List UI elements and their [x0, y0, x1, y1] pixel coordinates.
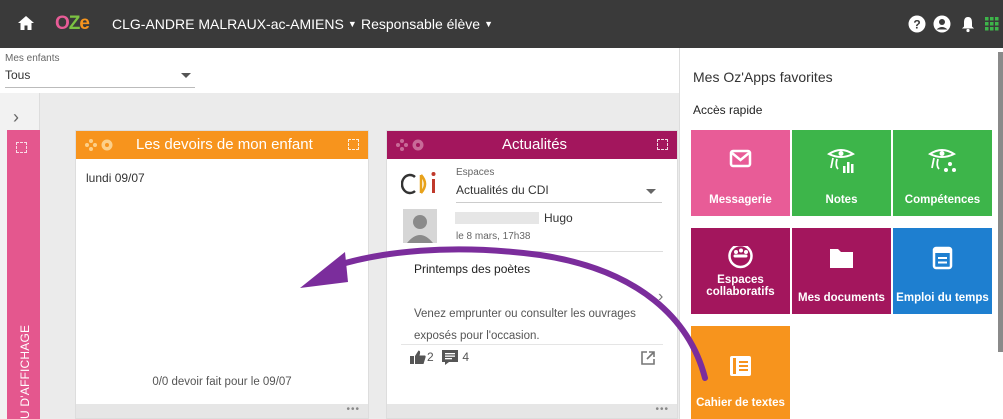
widget-footer: ••• [76, 404, 368, 418]
role-selector[interactable]: Responsable élève ▼ [361, 16, 493, 32]
widget-header: Les devoirs de mon enfant [76, 131, 368, 159]
eye-skills-icon [928, 149, 956, 172]
likes-count: 2 [427, 350, 434, 364]
chevron-right-icon[interactable]: › [13, 107, 19, 128]
dropdown-caret-icon[interactable] [646, 189, 656, 194]
app-tile-mes-documents[interactable]: Mes documents [792, 228, 891, 314]
quick-access-label: Accès rapide [693, 103, 763, 117]
app-tile-espaces-collaboratifs[interactable]: Espaces collaboratifs [691, 228, 790, 314]
svg-text:?: ? [913, 18, 920, 32]
space-select[interactable]: Actualités du CDI [456, 183, 549, 197]
children-value[interactable]: Tous [5, 68, 30, 82]
apps-grid-icon[interactable] [984, 15, 1000, 33]
more-icon[interactable]: ••• [655, 404, 669, 415]
reactions: 2 4 [409, 349, 469, 365]
field-underline [456, 202, 662, 203]
oze-logo[interactable]: OZe [55, 13, 90, 35]
homework-widget: Les devoirs de mon enfant lundi 09/07 0/… [75, 130, 369, 419]
group-icon [728, 242, 753, 269]
field-underline [5, 87, 195, 88]
envelope-icon [729, 149, 752, 168]
favorite-apps-panel: Mes Oz'Apps favorites Accès rapide Messa… [679, 48, 1003, 419]
divider [401, 344, 663, 345]
app-tile-notes[interactable]: Notes [792, 130, 891, 216]
comments-icon[interactable] [441, 349, 459, 365]
chevron-right-icon[interactable]: › [658, 288, 663, 306]
post-body: Venez emprunter ou consulter les ouvrage… [414, 308, 636, 342]
external-link-icon[interactable] [640, 350, 656, 366]
settings-gear-icon[interactable] [83, 137, 117, 153]
homework-status: 0/0 devoir fait pour le 09/07 [152, 376, 292, 388]
eye-chart-icon [827, 149, 855, 173]
help-icon[interactable]: ? [908, 15, 926, 33]
panel-title: Mes Oz'Apps favorites [693, 69, 833, 85]
thumbs-up-icon[interactable] [409, 349, 427, 365]
caret-down-icon: ▼ [347, 19, 357, 29]
app-tile-cahier-de-textes[interactable]: Cahier de textes [691, 326, 790, 419]
divider [401, 251, 663, 252]
expand-icon[interactable] [16, 142, 27, 153]
scrollbar[interactable] [998, 52, 1003, 352]
post-date: le 8 mars, 17h38 [456, 231, 531, 242]
post-title[interactable]: Printemps des poètes [414, 262, 530, 276]
children-label: Mes enfants [5, 53, 60, 64]
homework-date: lundi 09/07 [86, 171, 145, 185]
comments-count: 4 [462, 350, 470, 364]
notebook-icon [730, 356, 751, 376]
dropdown-caret-icon[interactable] [181, 73, 191, 78]
space-label: Espaces [456, 167, 495, 178]
app-tile-messagerie[interactable]: Messagerie [691, 130, 790, 216]
children-selector[interactable]: Mes enfants Tous [0, 48, 680, 93]
home-icon[interactable] [17, 14, 35, 32]
caret-down-icon: ▼ [484, 19, 494, 29]
news-widget: Actualités Espaces Actualités du CDI Hug… [386, 130, 678, 419]
widget-title: Les devoirs de mon enfant [136, 136, 313, 153]
widget-header: Actualités [387, 131, 677, 159]
user-icon[interactable] [933, 15, 951, 33]
calendar-icon [932, 246, 953, 270]
expand-icon[interactable] [348, 139, 359, 150]
blurred-name [455, 212, 539, 224]
display-board-tab[interactable]: U D'AFFICHAGE [7, 130, 40, 419]
app-tile-emploi-du-temps[interactable]: Emploi du temps [893, 228, 992, 314]
widget-title: Actualités [502, 136, 568, 153]
avatar [403, 209, 437, 243]
more-icon[interactable]: ••• [346, 404, 360, 415]
expand-icon[interactable] [657, 139, 668, 150]
app-tile-competences[interactable]: Compétences [893, 130, 992, 216]
post-author: Hugo [544, 211, 573, 225]
folder-icon [830, 249, 853, 268]
display-board-label: U D'AFFICHAGE [18, 324, 32, 419]
school-selector[interactable]: CLG-ANDRE MALRAUX-ac-AMIENS ▼ [112, 16, 357, 32]
settings-gear-icon[interactable] [394, 137, 428, 153]
bell-icon[interactable] [959, 15, 977, 33]
widget-footer: ••• [387, 404, 677, 418]
cdi-logo-icon [401, 172, 436, 195]
top-bar: OZe CLG-ANDRE MALRAUX-ac-AMIENS ▼ Respons… [0, 0, 1003, 48]
